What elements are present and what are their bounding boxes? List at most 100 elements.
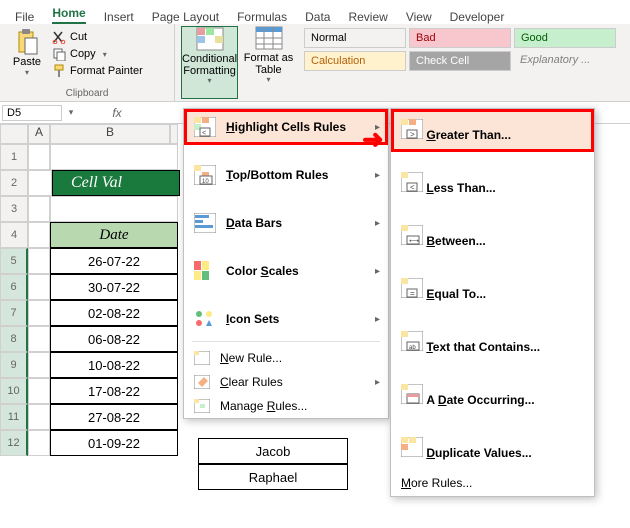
cell-a6[interactable] xyxy=(28,274,50,300)
cell-a5[interactable] xyxy=(28,248,50,274)
cell-a1[interactable] xyxy=(28,144,50,170)
menu-top-bottom-rules[interactable]: 10 Top/Bottom Rules▸ xyxy=(184,157,388,193)
conditional-formatting-button[interactable]: Conditional Formatting▾ xyxy=(181,26,238,99)
tab-data[interactable]: Data xyxy=(305,10,330,24)
submenu-date-occurring[interactable]: A Date Occurring... xyxy=(391,374,594,417)
cell-b2-title[interactable]: Cell Val xyxy=(52,170,180,196)
greater-than-icon: > xyxy=(401,119,423,139)
style-good[interactable]: Good xyxy=(514,28,616,48)
row-header-10[interactable]: 10 xyxy=(0,378,28,404)
menu-new-rule[interactable]: New Rule... xyxy=(184,346,388,370)
svg-text:<: < xyxy=(202,130,206,137)
cell-b11[interactable]: 27-08-22 xyxy=(50,404,178,430)
chevron-right-icon: ▸ xyxy=(375,377,380,388)
tab-developer[interactable]: Developer xyxy=(450,10,505,24)
select-all-corner[interactable] xyxy=(0,124,28,144)
cell-c11[interactable]: Jacob xyxy=(198,438,348,464)
menu-highlight-cells-rules[interactable]: < Highlight Cells Rules▸ xyxy=(184,109,388,145)
svg-text:⟷: ⟷ xyxy=(409,238,419,245)
style-calc[interactable]: Calculation xyxy=(304,51,406,71)
row-header-11[interactable]: 11 xyxy=(0,404,28,430)
menu-icon-sets[interactable]: Icon Sets▸ xyxy=(184,301,388,337)
cell-a3[interactable] xyxy=(28,196,50,222)
cut-icon xyxy=(52,30,66,44)
icon-sets-icon xyxy=(194,309,216,329)
format-as-table-button[interactable]: Format as Table▾ xyxy=(243,26,294,99)
row-header-5[interactable]: 5 xyxy=(0,248,28,274)
cell-a11[interactable] xyxy=(28,404,50,430)
cell-styles-gallery[interactable]: Normal Bad Good Calculation Check Cell E… xyxy=(300,24,620,101)
style-normal[interactable]: Normal xyxy=(304,28,406,48)
submenu-greater-than[interactable]: > Greater Than... xyxy=(391,109,594,152)
cell-b7[interactable]: 02-08-22 xyxy=(50,300,178,326)
between-icon: ⟷ xyxy=(401,225,423,245)
row-header-8[interactable]: 8 xyxy=(0,326,28,352)
row-header-3[interactable]: 3 xyxy=(0,196,28,222)
menu-data-bars[interactable]: Data Bars▸ xyxy=(184,205,388,241)
row-header-2[interactable]: 2 xyxy=(0,170,28,196)
copy-button[interactable]: Copy▾ xyxy=(52,47,143,61)
menu-manage-rules[interactable]: Manage Rules... xyxy=(184,394,388,418)
row-header-9[interactable]: 9 xyxy=(0,352,28,378)
tab-pagelayout[interactable]: Page Layout xyxy=(152,10,219,24)
style-expl[interactable]: Explanatory ... xyxy=(514,51,616,71)
row-header-6[interactable]: 6 xyxy=(0,274,28,300)
submenu-equal-to[interactable]: = Equal To... xyxy=(391,268,594,311)
row-header-12[interactable]: 12 xyxy=(0,430,28,456)
submenu-less-than[interactable]: < Less Than... xyxy=(391,162,594,205)
submenu-text-contains[interactable]: ab Text that Contains... xyxy=(391,321,594,364)
submenu-more-rules[interactable]: More Rules... xyxy=(391,470,594,496)
cell-b4-hdr[interactable]: Date xyxy=(50,222,178,248)
ribbon: Paste ▾ Cut Copy▾ Format Painter Clipboa… xyxy=(0,24,630,102)
fx-button[interactable]: fx xyxy=(108,106,126,120)
paste-label: Paste xyxy=(13,56,41,68)
cell-a9[interactable] xyxy=(28,352,50,378)
cell-a10[interactable] xyxy=(28,378,50,404)
menu-color-scales[interactable]: Color Scales▸ xyxy=(184,253,388,289)
submenu-duplicate-values[interactable]: Duplicate Values... xyxy=(391,427,594,470)
cell-b12[interactable]: 01-09-22 xyxy=(50,430,178,456)
col-header-a[interactable]: A xyxy=(28,124,50,144)
tab-view[interactable]: View xyxy=(406,10,432,24)
data-bars-icon xyxy=(194,213,216,233)
cut-button[interactable]: Cut xyxy=(52,30,143,44)
cell-b3[interactable] xyxy=(50,196,178,222)
cell-b6[interactable]: 30-07-22 xyxy=(50,274,178,300)
tab-review[interactable]: Review xyxy=(348,10,387,24)
name-box[interactable] xyxy=(2,105,62,121)
format-painter-button[interactable]: Format Painter xyxy=(52,64,143,78)
cell-a2[interactable] xyxy=(28,170,52,196)
cell-a7[interactable] xyxy=(28,300,50,326)
row-header-4[interactable]: 4 xyxy=(0,222,28,248)
tab-insert[interactable]: Insert xyxy=(104,10,134,24)
svg-text:=: = xyxy=(410,289,415,298)
text-contains-icon: ab xyxy=(401,331,423,351)
tab-file[interactable]: File xyxy=(15,10,34,24)
cell-b8[interactable]: 06-08-22 xyxy=(50,326,178,352)
cell-b9[interactable]: 10-08-22 xyxy=(50,352,178,378)
menu-clear-rules[interactable]: Clear Rules▸ xyxy=(184,370,388,394)
col-header-b[interactable]: B xyxy=(50,124,170,144)
tab-formulas[interactable]: Formulas xyxy=(237,10,287,24)
style-check[interactable]: Check Cell xyxy=(409,51,511,71)
conditional-formatting-menu: < Highlight Cells Rules▸ 10 Top/Bottom R… xyxy=(183,108,389,419)
svg-text:>: > xyxy=(410,130,415,139)
cell-b5[interactable]: 26-07-22 xyxy=(50,248,178,274)
row-header-7[interactable]: 7 xyxy=(0,300,28,326)
row-header-1[interactable]: 1 xyxy=(0,144,28,170)
cell-b1[interactable] xyxy=(50,144,178,170)
svg-text:<: < xyxy=(410,183,415,192)
cell-a12[interactable] xyxy=(28,430,50,456)
cell-c12[interactable]: Raphael xyxy=(198,464,348,490)
cell-a8[interactable] xyxy=(28,326,50,352)
cell-a4[interactable] xyxy=(28,222,50,248)
style-bad[interactable]: Bad xyxy=(409,28,511,48)
namebox-dropdown[interactable]: ▾ xyxy=(64,107,78,118)
submenu-between[interactable]: ⟷ Between... xyxy=(391,215,594,258)
tab-home[interactable]: Home xyxy=(52,6,85,24)
clipboard-group: Paste ▾ Cut Copy▾ Format Painter Clipboa… xyxy=(0,24,175,101)
cond-fmt-icon xyxy=(196,27,224,51)
duplicate-icon xyxy=(401,437,423,457)
cell-b10[interactable]: 17-08-22 xyxy=(50,378,178,404)
svg-text:ab: ab xyxy=(409,345,416,351)
